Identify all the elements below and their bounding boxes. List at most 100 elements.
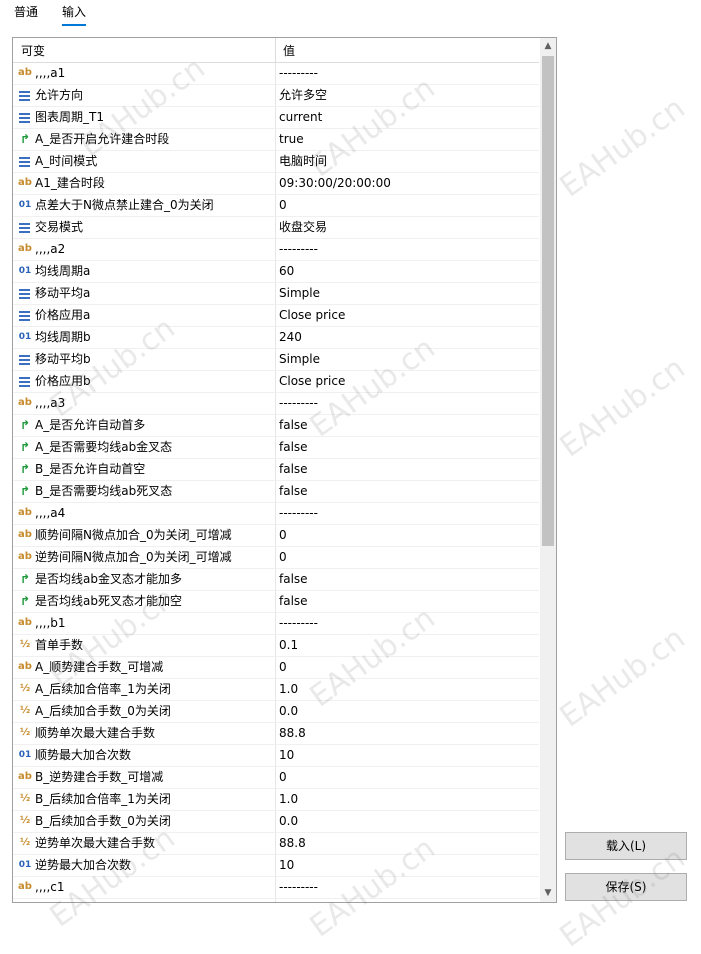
- parameter-value[interactable]: 电脑时间: [279, 153, 327, 170]
- parameter-value[interactable]: Close price: [279, 307, 345, 324]
- tab-common[interactable]: 普通: [14, 4, 38, 24]
- parameter-value[interactable]: 0.0: [279, 703, 298, 720]
- table-row[interactable]: 01 逆势最大加合次数 10: [13, 855, 539, 877]
- parameter-value[interactable]: 3000: [279, 901, 310, 902]
- table-row[interactable]: ½ B_后续加合倍率_1为关闭 1.0: [13, 789, 539, 811]
- save-button[interactable]: 保存(S): [565, 873, 687, 901]
- parameter-value[interactable]: ---------: [279, 879, 318, 896]
- parameter-value[interactable]: 0.0: [279, 813, 298, 830]
- table-row[interactable]: ↱ 是否均线ab死叉态才能加空 false: [13, 591, 539, 613]
- parameter-name: B_逆势建合手数_可增减: [35, 770, 164, 784]
- table-row[interactable]: ↱ 是否均线ab金叉态才能加多 false: [13, 569, 539, 591]
- parameter-value[interactable]: 10: [279, 747, 294, 764]
- parameter-value[interactable]: false: [279, 483, 308, 500]
- parameter-name: 均线周期b: [35, 330, 91, 344]
- table-row[interactable]: ↱ A_是否允许自动首多 false: [13, 415, 539, 437]
- table-row[interactable]: ↱ B_是否允许自动首空 false: [13, 459, 539, 481]
- table-row[interactable]: ab ,,,,b1 ---------: [13, 613, 539, 635]
- parameter-value[interactable]: current: [279, 109, 322, 126]
- table-row[interactable]: 交易模式 收盘交易: [13, 217, 539, 239]
- table-row[interactable]: ½ B_后续加合手数_0为关闭 0.0: [13, 811, 539, 833]
- scrollbar-thumb[interactable]: [542, 56, 554, 546]
- table-row[interactable]: ab ,,,,c1 ---------: [13, 877, 539, 899]
- table-row[interactable]: ab ,,,,a2 ---------: [13, 239, 539, 261]
- parameter-value[interactable]: 10: [279, 857, 294, 874]
- table-row[interactable]: A_时间模式 电脑时间: [13, 151, 539, 173]
- parameter-value[interactable]: false: [279, 439, 308, 456]
- parameter-value[interactable]: ---------: [279, 395, 318, 412]
- parameter-name: A_是否需要均线ab金叉态: [35, 440, 173, 454]
- table-row[interactable]: 01 均线周期a 60: [13, 261, 539, 283]
- table-row[interactable]: 01单向均价止损N微点_0为关闭 3000: [13, 899, 539, 902]
- parameter-value[interactable]: 允许多空: [279, 87, 327, 104]
- table-row[interactable]: 价格应用a Close price: [13, 305, 539, 327]
- parameter-value[interactable]: ---------: [279, 241, 318, 258]
- tab-inputs[interactable]: 输入: [62, 4, 87, 26]
- parameter-value[interactable]: Close price: [279, 373, 345, 390]
- parameter-value[interactable]: true: [279, 131, 304, 148]
- table-row[interactable]: 01 点差大于N微点禁止建合_0为关闭 0: [13, 195, 539, 217]
- table-row[interactable]: ab 逆势间隔N微点加合_0为关闭_可增减 0: [13, 547, 539, 569]
- parameter-value[interactable]: ---------: [279, 65, 318, 82]
- parameter-value[interactable]: 60: [279, 263, 294, 280]
- parameter-value[interactable]: 收盘交易: [279, 219, 327, 236]
- table-row[interactable]: ↱ A_是否需要均线ab金叉态 false: [13, 437, 539, 459]
- table-row[interactable]: ab A1_建合时段 09:30:00/20:00:00: [13, 173, 539, 195]
- parameter-value[interactable]: 0: [279, 549, 287, 566]
- parameter-name: 价格应用a: [35, 308, 91, 322]
- table-row[interactable]: ½ A_后续加合手数_0为关闭 0.0: [13, 701, 539, 723]
- parameter-value[interactable]: Simple: [279, 351, 320, 368]
- table-row[interactable]: 允许方向 允许多空: [13, 85, 539, 107]
- table-row[interactable]: ½ 首单手数 0.1: [13, 635, 539, 657]
- parameter-value[interactable]: 09:30:00/20:00:00: [279, 175, 391, 192]
- table-row[interactable]: 图表周期_T1 current: [13, 107, 539, 129]
- parameter-value[interactable]: false: [279, 461, 308, 478]
- scroll-down-icon[interactable]: ▼: [540, 885, 556, 902]
- column-header-value[interactable]: 值: [283, 42, 295, 59]
- vertical-scrollbar[interactable]: ▲ ▼: [540, 38, 556, 902]
- parameter-value[interactable]: 1.0: [279, 681, 298, 698]
- table-row[interactable]: 移动平均b Simple: [13, 349, 539, 371]
- table-row[interactable]: ab A_顺势建合手数_可增减 0: [13, 657, 539, 679]
- integer-type-icon: 01: [18, 332, 32, 342]
- parameter-value[interactable]: 0: [279, 659, 287, 676]
- parameter-value[interactable]: ---------: [279, 505, 318, 522]
- table-row[interactable]: ½ 顺势单次最大建合手数 88.8: [13, 723, 539, 745]
- table-row[interactable]: 价格应用b Close price: [13, 371, 539, 393]
- parameter-value[interactable]: false: [279, 417, 308, 434]
- parameter-value[interactable]: false: [279, 593, 308, 610]
- load-button[interactable]: 载入(L): [565, 832, 687, 860]
- row-divider: [275, 239, 276, 260]
- parameter-value[interactable]: 0: [279, 769, 287, 786]
- enum-list-icon: [17, 308, 33, 322]
- table-row[interactable]: 移动平均a Simple: [13, 283, 539, 305]
- table-row[interactable]: 01 顺势最大加合次数 10: [13, 745, 539, 767]
- table-row[interactable]: ½ 逆势单次最大建合手数 88.8: [13, 833, 539, 855]
- column-divider[interactable]: [275, 38, 276, 62]
- table-row[interactable]: ↱ B_是否需要均线ab死叉态 false: [13, 481, 539, 503]
- scroll-up-icon[interactable]: ▲: [540, 38, 556, 55]
- table-row[interactable]: ab ,,,,a4 ---------: [13, 503, 539, 525]
- parameter-value[interactable]: ---------: [279, 615, 318, 632]
- parameter-value[interactable]: 240: [279, 329, 302, 346]
- double-type-icon: ½: [19, 793, 31, 804]
- table-row[interactable]: ½ A_后续加合倍率_1为关闭 1.0: [13, 679, 539, 701]
- parameter-value[interactable]: false: [279, 571, 308, 588]
- parameter-value[interactable]: 0: [279, 197, 287, 214]
- parameter-value[interactable]: 88.8: [279, 725, 306, 742]
- table-row[interactable]: ab ,,,,a3 ---------: [13, 393, 539, 415]
- parameter-value[interactable]: 88.8: [279, 835, 306, 852]
- parameter-name: 顺势间隔N微点加合_0为关闭_可增减: [35, 528, 232, 542]
- table-row[interactable]: ab 顺势间隔N微点加合_0为关闭_可增减 0: [13, 525, 539, 547]
- parameter-value[interactable]: 0: [279, 527, 287, 544]
- parameter-value[interactable]: Simple: [279, 285, 320, 302]
- table-row[interactable]: ab ,,,,a1 ---------: [13, 63, 539, 85]
- column-header-variable[interactable]: 可变: [21, 42, 45, 59]
- row-divider: [275, 657, 276, 678]
- parameter-value[interactable]: 0.1: [279, 637, 298, 654]
- table-row[interactable]: ab B_逆势建合手数_可增减 0: [13, 767, 539, 789]
- parameter-value[interactable]: 1.0: [279, 791, 298, 808]
- table-row[interactable]: ↱ A_是否开启允许建合时段 true: [13, 129, 539, 151]
- table-row[interactable]: 01 均线周期b 240: [13, 327, 539, 349]
- row-divider: [275, 525, 276, 546]
